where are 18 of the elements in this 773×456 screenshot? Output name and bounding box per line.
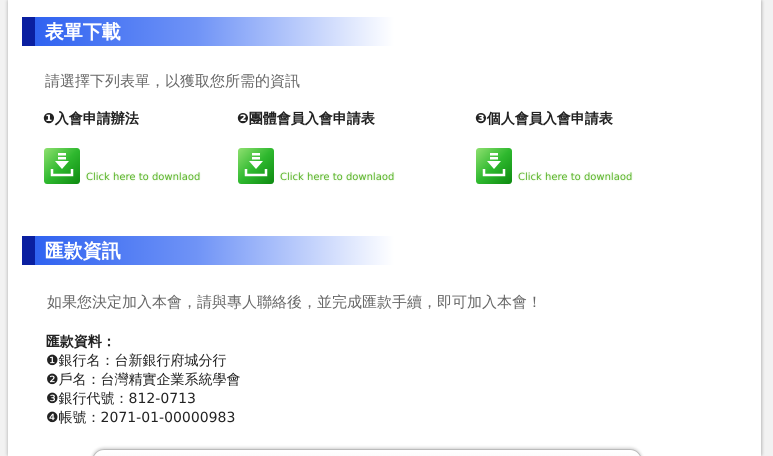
- info-line: ❹帳號：2071-01-00000983: [46, 409, 236, 428]
- download-link[interactable]: Click here to downlaod: [518, 172, 632, 183]
- section-title: 表單下載: [45, 20, 121, 44]
- intro-text: 請選擇下列表單，以獲取您所需的資訊: [45, 72, 301, 91]
- form-title: ❸個人會員入會申請表: [475, 110, 614, 128]
- download-icon[interactable]: [44, 148, 80, 184]
- info-line: ❷戶名：台灣精實企業系統學會: [46, 371, 242, 390]
- section-title: 匯款資訊: [45, 238, 121, 264]
- info-heading: 匯款資料：: [46, 333, 117, 352]
- info-line: ❸銀行代號：812-0713: [46, 390, 197, 409]
- download-link[interactable]: Click here to downlaod: [280, 172, 394, 183]
- download-icon[interactable]: [476, 148, 512, 184]
- info-line: ❶銀行名：台新銀行府城分行: [46, 352, 228, 371]
- intro-text: 如果您決定加入本會，請與專人聯絡後，並完成匯款手續，即可加入本會！: [47, 293, 543, 312]
- download-link[interactable]: Click here to downlaod: [86, 172, 200, 183]
- download-icon[interactable]: [238, 148, 274, 184]
- form-title: ❷團體會員入會申請表: [237, 110, 376, 128]
- form-title: ❶入會申請辦法: [43, 110, 140, 128]
